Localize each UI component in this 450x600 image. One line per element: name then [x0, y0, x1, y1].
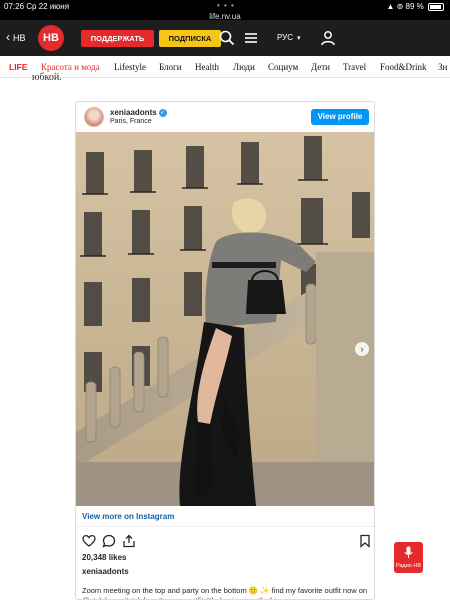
comment-icon[interactable]	[102, 534, 116, 548]
nav-brand-life[interactable]: LIFE	[9, 62, 27, 72]
bookmark-icon[interactable]	[358, 534, 372, 548]
nav-item-lifestyle[interactable]: Lifestyle	[114, 62, 146, 72]
menu-icon[interactable]	[242, 29, 260, 47]
post-photo[interactable]: ›	[76, 132, 374, 506]
status-time-date: 07:26 Ср 22 июня	[4, 2, 69, 11]
language-selector[interactable]: РУС ▾	[277, 33, 301, 42]
card-divider	[76, 526, 374, 527]
back-label: НВ	[13, 33, 26, 43]
likes-count[interactable]: 20,348 likes	[82, 553, 126, 562]
nav-item-people[interactable]: Люди	[233, 62, 255, 72]
nav-item-more[interactable]: Зн	[438, 62, 447, 72]
view-profile-button[interactable]: View profile	[311, 109, 369, 125]
status-indicators: ▲ ⊚	[386, 2, 404, 11]
nav-item-beauty[interactable]: Красота и мода	[41, 62, 100, 72]
radio-nv-button[interactable]: Радио НВ	[394, 542, 423, 573]
username-text: xeniaadonts	[110, 108, 157, 117]
nav-item-kids[interactable]: Дети	[311, 62, 330, 72]
battery-percent: 89 %	[405, 2, 424, 11]
post-location[interactable]: Paris, France	[110, 118, 152, 125]
status-bar: 07:26 Ср 22 июня • • • life.nv.ua ▲ ⊚ 89…	[0, 0, 450, 21]
heart-icon[interactable]	[82, 534, 96, 548]
post-actions	[82, 534, 372, 548]
instagram-header: xeniaadonts ✓ Paris, France View profile	[76, 102, 374, 132]
site-header: ‹ НВ НВ ПОДДЕРЖАТЬ ПОДПИСКА РУС ▾	[0, 20, 450, 56]
nav-item-travel[interactable]: Travel	[343, 62, 366, 72]
user-icon[interactable]	[319, 29, 337, 47]
microphone-icon	[404, 546, 413, 558]
nav-item-society[interactable]: Социум	[268, 62, 298, 72]
language-label: РУС	[277, 33, 294, 42]
next-photo-arrow-icon[interactable]: ›	[355, 342, 369, 356]
status-right: ▲ ⊚ 89 %	[386, 2, 444, 11]
chevron-left-icon: ‹	[6, 30, 10, 44]
category-nav: LIFE Красота и мода Lifestyle Блоги Heal…	[0, 56, 450, 78]
site-logo[interactable]: НВ	[38, 25, 64, 51]
view-more-link[interactable]: View more on Instagram	[82, 512, 174, 521]
radio-label: Радио НВ	[395, 563, 422, 569]
nav-item-food[interactable]: Food&Drink	[380, 62, 427, 72]
nav-item-blogs[interactable]: Блоги	[159, 62, 182, 72]
subscribe-button[interactable]: ПОДПИСКА	[159, 30, 221, 47]
instagram-username[interactable]: xeniaadonts ✓	[110, 108, 167, 117]
article-text: юбкой.	[32, 72, 62, 83]
instagram-embed: xeniaadonts✓ Paris, France View profile	[75, 101, 375, 600]
post-owner[interactable]: xeniaadonts	[82, 567, 129, 576]
battery-icon	[428, 2, 444, 11]
status-time: 07:26	[4, 2, 25, 11]
search-icon[interactable]	[218, 29, 236, 47]
multitask-dots[interactable]: • • •	[217, 1, 235, 10]
avatar[interactable]	[84, 107, 104, 127]
support-button[interactable]: ПОДДЕРЖАТЬ	[81, 30, 154, 47]
post-caption: Zoom meeting on the top and party on the…	[82, 586, 368, 599]
chevron-down-icon: ▾	[297, 35, 301, 42]
verified-badge-icon: ✓	[158, 108, 167, 117]
back-button[interactable]: ‹ НВ	[6, 30, 26, 44]
nav-item-health[interactable]: Health	[195, 62, 219, 72]
status-date: Ср 22 июня	[26, 2, 70, 11]
post-photo-illustration	[76, 132, 374, 506]
share-icon[interactable]	[122, 534, 136, 548]
